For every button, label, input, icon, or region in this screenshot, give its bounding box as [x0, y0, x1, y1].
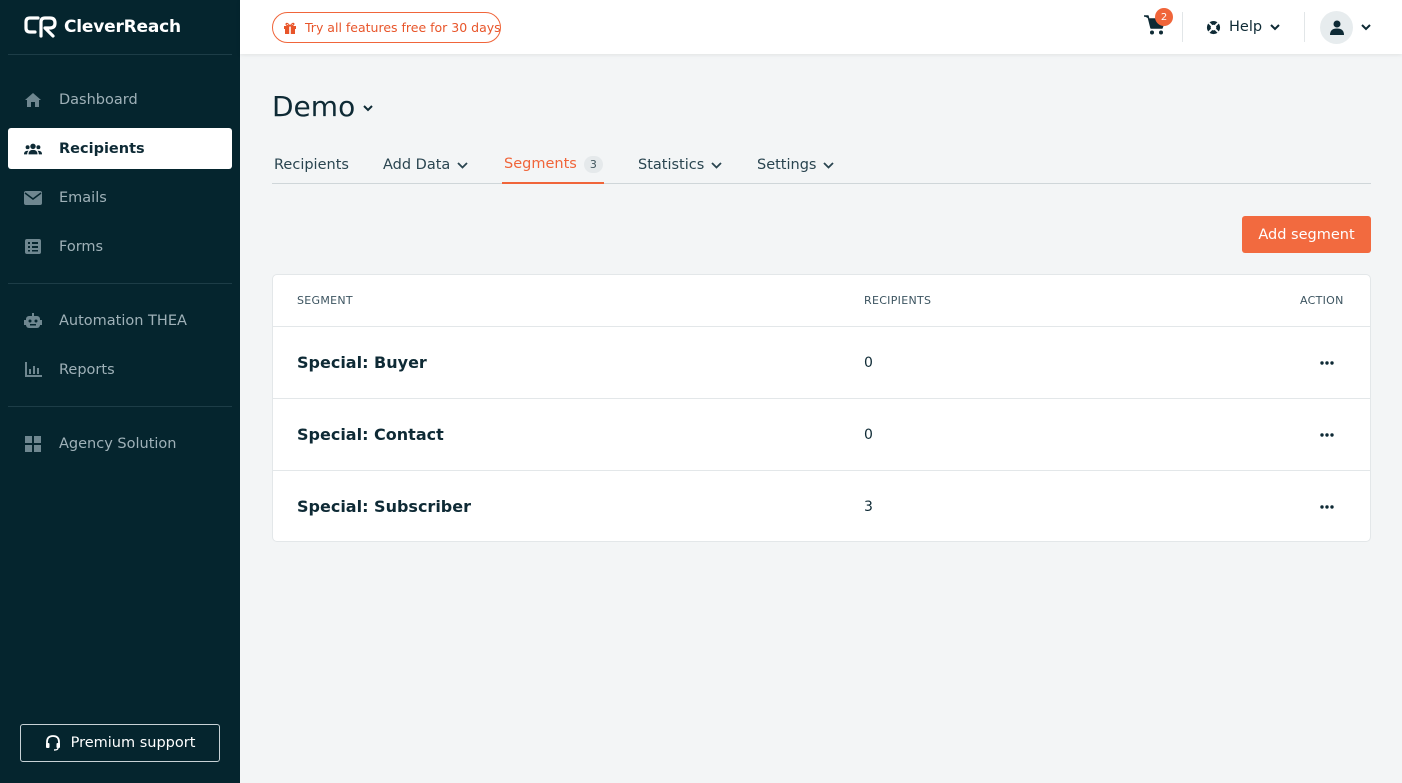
- segment-recipients-count: 3: [864, 498, 873, 515]
- help-label: Help: [1229, 19, 1263, 35]
- sidebar-item-label: Reports: [59, 361, 115, 378]
- sidebar-item-label: Emails: [59, 189, 107, 206]
- form-icon: [24, 238, 42, 256]
- chevron-down-icon: [363, 105, 373, 112]
- help-menu[interactable]: Help: [1206, 15, 1280, 39]
- sidebar-item-label: Dashboard: [59, 91, 138, 108]
- sidebar-item-automation[interactable]: Automation THEA: [8, 300, 232, 341]
- chevron-down-icon: [711, 161, 722, 169]
- column-header-recipients: RECIPIENTS: [864, 294, 932, 307]
- table-row: Special: Contact 0: [273, 399, 1370, 471]
- segment-name[interactable]: Special: Buyer: [297, 327, 427, 398]
- ellipsis-icon: [1320, 505, 1334, 509]
- chevron-down-icon: [1270, 23, 1280, 31]
- sidebar-item-label: Recipients: [59, 140, 145, 157]
- table-row: Special: Buyer 0: [273, 327, 1370, 399]
- more-actions-button[interactable]: [1313, 351, 1341, 375]
- sidebar-item-label: Agency Solution: [59, 435, 177, 452]
- users-icon: [24, 140, 42, 158]
- ellipsis-icon: [1320, 433, 1334, 437]
- sidebar-item-label: Automation THEA: [59, 312, 187, 329]
- premium-support-label: Premium support: [70, 735, 196, 751]
- free-trial-button[interactable]: Try all features free for 30 days: [272, 12, 501, 43]
- segment-name[interactable]: Special: Subscriber: [297, 471, 471, 541]
- sidebar-divider: [8, 54, 232, 55]
- sidebar-divider: [8, 406, 232, 407]
- premium-support-button[interactable]: Premium support: [20, 724, 220, 762]
- chevron-down-icon: [457, 161, 468, 169]
- grid-icon: [24, 435, 42, 453]
- segment-recipients-count: 0: [864, 354, 873, 371]
- segments-table: SEGMENT RECIPIENTS ACTION Special: Buyer…: [272, 274, 1371, 542]
- tab-statistics[interactable]: Statistics: [638, 146, 722, 184]
- segments-count-badge: 3: [583, 155, 603, 173]
- tab-settings[interactable]: Settings: [757, 146, 835, 184]
- add-segment-button[interactable]: Add segment: [1242, 216, 1371, 253]
- sidebar-item-dashboard[interactable]: Dashboard: [8, 79, 232, 120]
- sidebar-item-agency-solution[interactable]: Agency Solution: [8, 423, 232, 464]
- sidebar: CleverReach Dashboard Recipients Emails …: [0, 0, 240, 783]
- bar-chart-icon: [24, 361, 42, 379]
- table-row: Special: Subscriber 3: [273, 471, 1370, 541]
- tab-bar: Recipients Add Data Segments 3 Statistic…: [272, 146, 1371, 184]
- segment-name[interactable]: Special: Contact: [297, 399, 444, 470]
- home-icon: [24, 91, 42, 109]
- sidebar-item-label: Forms: [59, 238, 104, 255]
- tab-label: Add Data: [383, 157, 451, 173]
- page-title: Demo: [272, 90, 356, 123]
- topbar-divider: [1304, 12, 1305, 42]
- avatar: [1320, 10, 1353, 44]
- cart-count-badge: 2: [1155, 8, 1173, 26]
- robot-icon: [24, 312, 42, 330]
- sidebar-item-reports[interactable]: Reports: [8, 349, 232, 390]
- sidebar-item-forms[interactable]: Forms: [8, 226, 232, 267]
- cleverreach-logo-icon: [24, 16, 57, 38]
- more-actions-button[interactable]: [1313, 423, 1341, 447]
- sidebar-item-recipients[interactable]: Recipients: [8, 128, 232, 169]
- brand-name: CleverReach: [64, 17, 181, 37]
- tab-recipients[interactable]: Recipients: [274, 146, 349, 184]
- free-trial-label: Try all features free for 30 days: [305, 20, 501, 35]
- brand-logo[interactable]: CleverReach: [24, 14, 181, 40]
- user-icon: [1329, 20, 1344, 35]
- more-actions-button[interactable]: [1313, 495, 1341, 519]
- group-selector[interactable]: Demo: [272, 90, 373, 123]
- segment-recipients-count: 0: [864, 426, 873, 443]
- column-header-action: ACTION: [1300, 294, 1344, 307]
- chevron-down-icon: [823, 161, 835, 169]
- topbar-divider: [1182, 12, 1183, 42]
- sidebar-item-emails[interactable]: Emails: [8, 177, 232, 218]
- headset-icon: [45, 735, 61, 751]
- tab-label: Segments: [504, 156, 577, 172]
- chevron-down-icon: [1361, 23, 1371, 31]
- envelope-icon: [24, 189, 42, 207]
- tab-label: Statistics: [638, 157, 705, 173]
- column-header-segment: SEGMENT: [297, 294, 353, 307]
- tab-add-data[interactable]: Add Data: [383, 146, 468, 184]
- top-bar: Try all features free for 30 days 2 Help: [240, 0, 1402, 54]
- ellipsis-icon: [1320, 361, 1334, 365]
- sidebar-divider: [8, 283, 232, 284]
- tab-label: Recipients: [274, 157, 349, 173]
- tab-label: Settings: [757, 157, 817, 173]
- lifebuoy-icon: [1206, 20, 1221, 35]
- tab-segments[interactable]: Segments 3: [502, 146, 604, 184]
- user-menu[interactable]: [1320, 10, 1371, 44]
- gift-icon: [283, 21, 297, 35]
